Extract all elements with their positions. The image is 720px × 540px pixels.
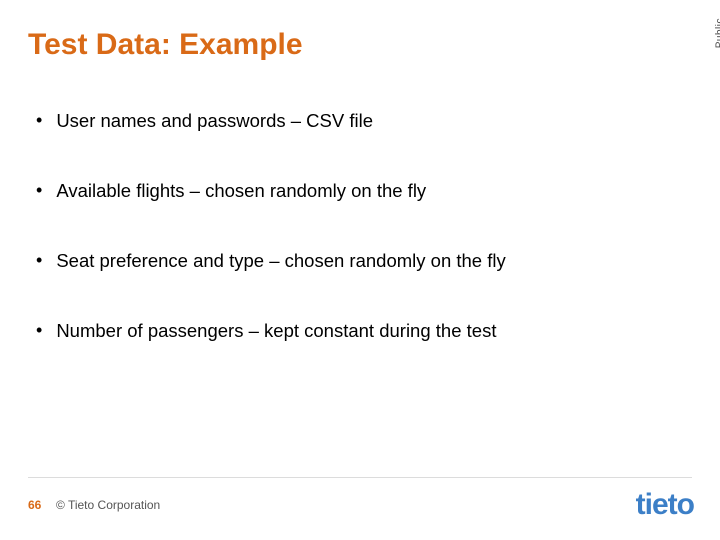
bullet-text: User names and passwords – CSV file [56, 110, 373, 132]
bullet-item: Number of passengers – kept constant dur… [36, 320, 660, 342]
page-number: 66 [28, 498, 41, 512]
bullet-item: Available flights – chosen randomly on t… [36, 180, 660, 202]
slide: Test Data: Example Public User names and… [0, 0, 720, 540]
bullet-text: Seat preference and type – chosen random… [56, 250, 505, 272]
copyright-text: © Tieto Corporation [56, 498, 160, 512]
bullet-list: User names and passwords – CSV file Avai… [36, 110, 660, 390]
slide-title: Test Data: Example [28, 28, 303, 62]
classification-label: Public [714, 18, 720, 48]
bullet-text: Number of passengers – kept constant dur… [56, 320, 496, 342]
bullet-item: Seat preference and type – chosen random… [36, 250, 660, 272]
bullet-item: User names and passwords – CSV file [36, 110, 660, 132]
brand-logo: tieto [636, 488, 694, 522]
footer-divider [28, 477, 692, 478]
bullet-text: Available flights – chosen randomly on t… [56, 180, 426, 202]
